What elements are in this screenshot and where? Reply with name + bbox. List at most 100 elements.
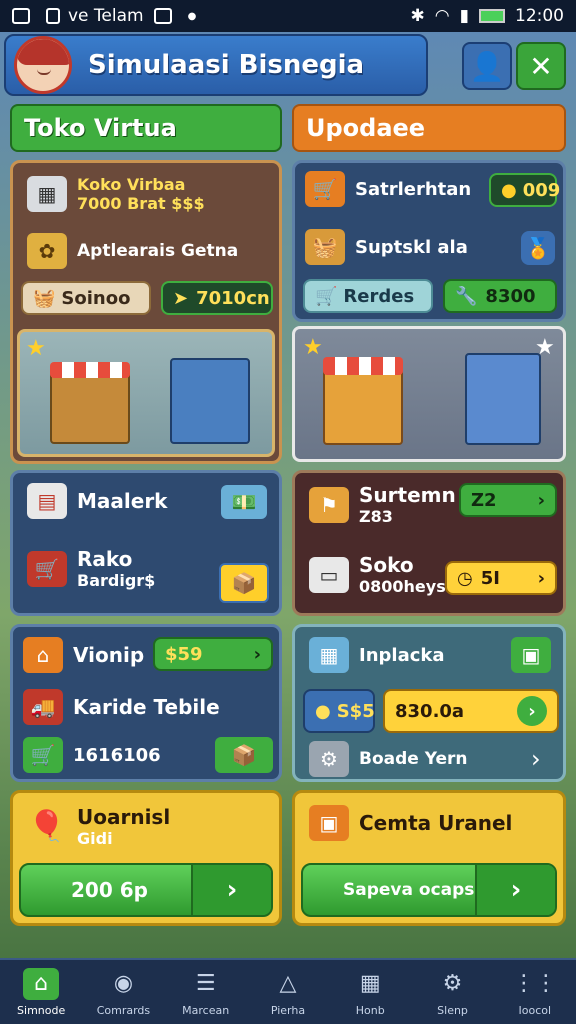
system-row1-sub: Z83 <box>359 507 393 526</box>
center-panel: ▣ Cemta Uranel Sapeva ocaps › <box>292 790 566 926</box>
nav-item-store[interactable]: ▦ Honb <box>329 960 411 1024</box>
inplacka-value-right[interactable]: 830.0a › <box>383 689 559 733</box>
arrow-icon: ➤ <box>173 287 189 309</box>
badge-icon[interactable]: 🏅 <box>521 231 555 265</box>
coin-icon: ● <box>501 179 517 201</box>
cart-icon: 🛒 <box>305 171 345 207</box>
battery-icon <box>479 9 505 23</box>
upgrade-row1-value: ● 009 <box>489 173 560 207</box>
flower-icon: ✿ <box>27 233 67 269</box>
system-panel: ⚑ Surtemn Z83 Z2 › ▭ Soko 0800heys ◷ 5I … <box>292 470 566 616</box>
store-line: Aptlearais Getna <box>77 241 239 261</box>
inplacka-row3: Boade Yern <box>359 749 468 769</box>
store-right-button[interactable]: ➤ 7010cn <box>161 281 273 315</box>
center-title: Cemta Uranel <box>359 811 513 835</box>
tab-toko-virtua[interactable]: Toko Virtua <box>10 104 282 152</box>
gear-icon: ⚙ <box>309 741 349 777</box>
box-icon[interactable]: ▣ <box>511 637 551 673</box>
package-icon[interactable]: 📦 <box>215 737 273 773</box>
wrench-icon: 🔧 <box>455 285 478 307</box>
star-icon: ★ <box>303 335 323 360</box>
system-row2-button[interactable]: ◷ 5I › <box>445 561 557 595</box>
upgrade-right-button[interactable]: 🔧 8300 <box>443 279 557 313</box>
nav-item-tools[interactable]: ⋮⋮ Ioocol <box>494 960 576 1024</box>
nav-item-pin[interactable]: △ Pierha <box>247 960 329 1024</box>
center-action-button[interactable]: Sapeva ocaps › <box>301 863 557 917</box>
store-title: Koko Virbaa <box>77 175 186 194</box>
cart-icon: 🛒 <box>315 285 338 307</box>
signal-icon: ▮ <box>459 6 469 26</box>
upgrade-panel: 🛒 Satrlerhtan ● 009 🧺 Suptskl ala 🏅 🛒 Re… <box>292 160 566 322</box>
basket-icon: 🧺 <box>33 287 56 309</box>
close-icon: ✕ <box>529 49 553 83</box>
stall-icon: ⌂ <box>23 637 63 673</box>
nav-item-home[interactable]: ⌂ Simnode <box>0 960 82 1024</box>
nav-item-commands[interactable]: ◉ Comrards <box>82 960 164 1024</box>
money-box-icon[interactable]: 📦 <box>219 563 269 603</box>
system-row1-button[interactable]: Z2 › <box>459 483 557 517</box>
upgrade-left-button[interactable]: 🛒 Rerdes <box>303 279 433 313</box>
system-row2: Soko <box>359 553 414 577</box>
register-icon: ▦ <box>27 176 67 212</box>
close-button[interactable]: ✕ <box>516 42 566 90</box>
basket-icon: 🧺 <box>305 229 345 265</box>
system-row2-sub: 0800heys <box>359 577 446 596</box>
balloon-icon: 🎈 <box>28 809 66 844</box>
gallery-icon <box>12 8 30 24</box>
truck-icon: 🚚 <box>23 689 63 725</box>
store-left-button[interactable]: 🧺 Soinoo <box>21 281 151 315</box>
vip-panel: ⌂ Vionip $59 › 🚚 Karide Tebile 🛒 1616106… <box>10 624 282 782</box>
flag-icon: ⚑ <box>309 486 349 523</box>
nav-item-settings[interactable]: ⚙ Slenp <box>411 960 493 1024</box>
vip-row3: 1616106 <box>73 744 161 766</box>
list-icon: ☰ <box>195 971 216 996</box>
register-icon: ▦ <box>309 637 349 673</box>
balloon-panel: 🎈 Uoarnisl Gidi 200 6p › <box>10 790 282 926</box>
shop-icon: ▤ <box>27 483 67 519</box>
market-panel: ▤ Maalerk 💵 🛒 Rako Bardigr$ 📦 <box>10 470 282 616</box>
cash-icon[interactable]: 💵 <box>221 485 267 519</box>
market-row2-sub: Bardigr$ <box>77 571 156 590</box>
shop-scene[interactable]: ★ <box>17 329 275 457</box>
wifi-icon: ◠ <box>434 6 450 26</box>
nav-item-market[interactable]: ☰ Marcean <box>165 960 247 1024</box>
chevron-right-icon: › <box>475 865 555 915</box>
chevron-right-icon[interactable]: › <box>531 745 541 773</box>
market-stall <box>50 372 130 444</box>
avatar[interactable] <box>14 36 72 94</box>
store-sub: 7000 Brat $$$ <box>77 194 205 213</box>
vip-row1: Vionip <box>73 643 145 667</box>
bluetooth-icon: ✱ <box>410 6 425 26</box>
cart-icon: 🛒 <box>23 737 63 773</box>
profile-button[interactable]: 👤 <box>462 42 512 90</box>
balloon-buy-button[interactable]: 200 6p › <box>19 863 273 917</box>
image-icon <box>153 8 172 24</box>
market-row2: Rako <box>77 547 133 571</box>
page-title: Simulaasi Bisnegia <box>88 50 365 80</box>
star-icon: ★ <box>26 336 46 361</box>
coin-icon: ● <box>315 700 331 722</box>
inplacka-value-left[interactable]: ● S$5 <box>303 689 375 733</box>
bottom-nav: ⌂ Simnode ◉ Comrards ☰ Marcean △ Pierha … <box>0 958 576 1024</box>
user-icon: 👤 <box>469 49 505 83</box>
inplacka-panel: ▦ Inplacka ▣ ● S$5 830.0a › ⚙ Boade Yern… <box>292 624 566 782</box>
app-header: Simulaasi Bisnegia <box>4 34 428 96</box>
status-app-name: ve Telam <box>68 6 144 26</box>
bag-icon: ◉ <box>113 971 134 996</box>
tab-upgrade[interactable]: Upodaee <box>292 104 566 152</box>
chevron-right-icon: › <box>537 567 545 589</box>
card-icon: ▣ <box>309 805 349 841</box>
upgrade-row1: Satrlerhtan <box>355 178 472 200</box>
chevron-right-icon: › <box>191 865 271 915</box>
shop-scene-right[interactable]: ★ ★ <box>292 326 566 462</box>
vip-row2: Karide Tebile <box>73 695 220 719</box>
balloon-title: Uoarnisl <box>77 805 171 829</box>
store-icon: ▦ <box>359 971 381 996</box>
kiosk-building <box>170 358 250 444</box>
store-panel: ▦ Koko Virbaa 7000 Brat $$$ ✿ Aptlearais… <box>10 160 282 464</box>
balloon-sub: Gidi <box>77 829 113 848</box>
vip-row1-button[interactable]: $59 › <box>153 637 273 671</box>
chevron-right-icon: › <box>517 696 547 726</box>
upgrade-row2: Suptskl ala <box>355 236 468 258</box>
cart-icon: 🛒 <box>27 550 67 587</box>
